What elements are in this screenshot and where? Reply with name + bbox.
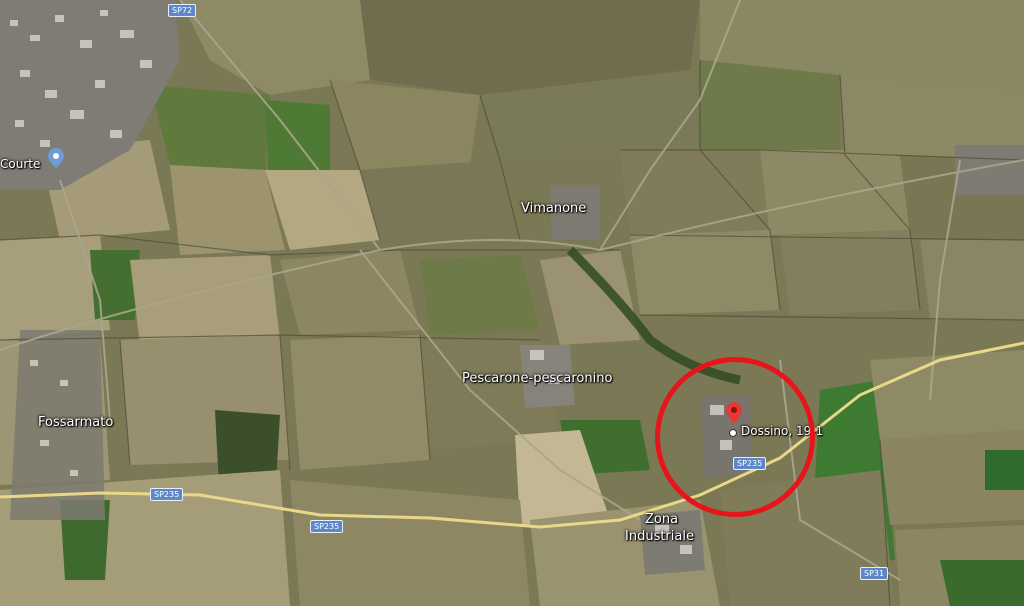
place-label-zona[interactable]: Zona [645,512,678,527]
location-pin-icon[interactable] [48,148,64,172]
satellite-imagery [0,0,1024,606]
road-shield-sp31: SP31 [860,567,889,580]
place-label-pescarone[interactable]: Pescarone-pescaronino [462,371,612,386]
satellite-map[interactable]: SP72 SP235 SP235 SP235 SP31 Courte Viman… [0,0,1024,606]
place-label-fossarmato[interactable]: Fossarmato [38,415,113,430]
place-label-vimanone[interactable]: Vimanone [521,201,586,216]
road-shield-sp72: SP72 [168,4,197,17]
place-label-courte[interactable]: Courte [0,157,40,171]
road-shield-sp235: SP235 [150,488,184,501]
place-label-industriale[interactable]: Industriale [625,529,694,544]
highlight-circle [655,357,815,517]
road-shield-sp235: SP235 [310,520,344,533]
